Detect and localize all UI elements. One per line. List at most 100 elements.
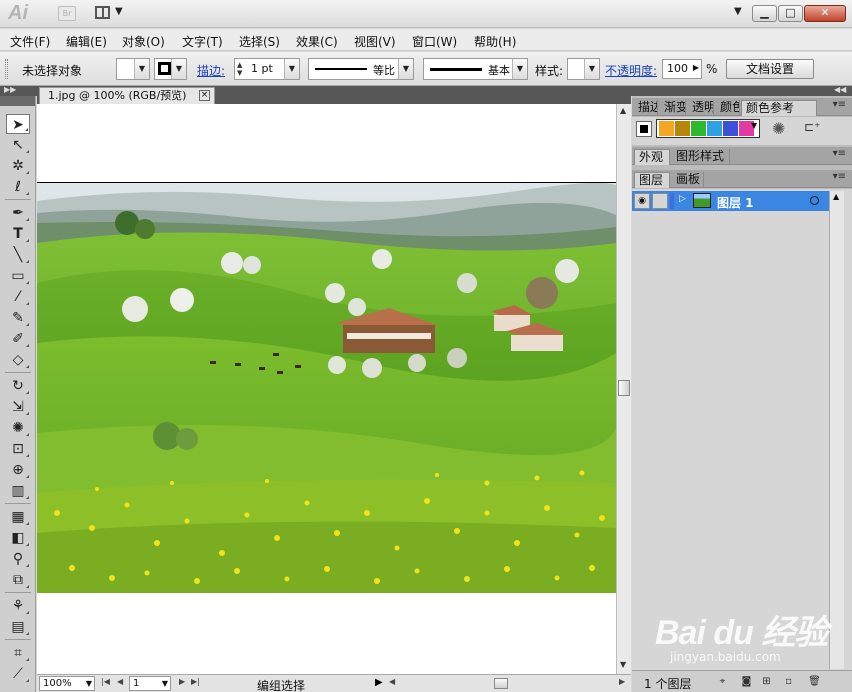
target-circle-icon[interactable] [810,196,819,205]
eraser-tool-icon[interactable]: ◇ [6,350,30,370]
menu-window[interactable]: 窗口(W) [412,33,457,50]
stroke-color-picker[interactable]: ▼ [154,58,187,80]
opacity-link[interactable]: 不透明度: [605,62,657,79]
mesh-tool-icon[interactable]: ▦ [6,507,30,527]
menu-view[interactable]: 视图(V) [354,33,396,50]
first-artboard-icon[interactable]: |◀ [101,677,110,686]
selection-tool-icon[interactable]: ➤ [6,114,30,134]
toolbox-header[interactable] [0,96,35,106]
new-sublayer-icon[interactable]: ⊞ [760,675,773,688]
tab-color-guide[interactable]: 颜色参考 [741,100,817,116]
scale-tool-icon[interactable]: ⇲ [6,397,30,417]
artboard-tool-icon[interactable]: ⌗ [6,643,30,663]
control-bar-grip[interactable] [5,59,8,79]
last-artboard-icon[interactable]: ▶| [191,677,200,686]
guide-swatch[interactable] [723,121,738,136]
pencil-tool-icon[interactable]: ✎ [6,308,30,328]
menu-file[interactable]: 文件(F) [10,33,50,50]
guide-swatch[interactable] [691,121,706,136]
panel-menu-icon[interactable]: ▾≡ [833,148,846,159]
placed-landscape-image[interactable] [37,183,616,593]
harmony-colors-bar[interactable] [656,119,760,138]
guide-swatch[interactable] [659,121,674,136]
rotate-tool-icon[interactable]: ↻ [6,376,30,396]
chevron-down-icon[interactable]: ▼ [751,121,757,130]
horizontal-scroll-thumb[interactable] [494,678,508,689]
column-graph-tool-icon[interactable]: ▥ [6,481,30,501]
status-menu-icon[interactable]: ▶ [375,677,383,688]
fill-color-picker[interactable]: ▼ [116,58,150,80]
menu-select[interactable]: 选择(S) [239,33,280,50]
opacity-field[interactable]: 100 ▶ [662,59,702,79]
new-layer-icon[interactable]: ▫ [782,675,795,688]
lock-toggle[interactable] [652,193,668,209]
menu-effect[interactable]: 效果(C) [296,33,338,50]
artboard-number-field[interactable]: 1 ▼ [129,676,171,691]
previous-artboard-icon[interactable]: ◀ [117,677,123,686]
vertical-scroll-thumb[interactable] [618,380,630,396]
type-tool-icon[interactable]: T [6,224,30,244]
layer-row[interactable]: ◉ ▷ 图层 1 [632,191,829,211]
close-icon[interactable]: × [199,90,210,101]
variable-width-profile[interactable]: 等比 ▼ [308,58,414,80]
blend-tool-icon[interactable]: ⧉ [6,570,30,590]
blob-brush-tool-icon[interactable]: ✐ [6,329,30,349]
menu-object[interactable]: 对象(O) [122,33,165,50]
tab-transparency[interactable]: 透明 [688,100,714,116]
save-color-group-icon[interactable]: ⊏⁺ [804,120,820,134]
document-tab[interactable]: 1.jpg @ 100% (RGB/预览) × [39,87,215,104]
layers-scrollbar[interactable]: ▲ [829,191,844,669]
guide-swatch[interactable] [675,121,690,136]
panel-menu-icon[interactable]: ▾≡ [833,99,846,110]
rectangle-tool-icon[interactable]: ▭ [6,266,30,286]
workspace-switcher[interactable]: ▼ [734,6,742,17]
stroke-weight-field[interactable]: ▲ ▼ 1 pt ▼ [234,58,300,80]
stepper-icon[interactable]: ▲ ▼ [237,61,242,77]
stroke-link[interactable]: 描边: [197,62,225,79]
locate-object-icon[interactable]: ⌖ [716,675,729,688]
tab-appearance[interactable]: 外观 [634,149,670,165]
menu-type[interactable]: 文字(T) [182,33,223,50]
arrange-documents-button[interactable]: ▼ [95,5,127,22]
warp-tool-icon[interactable]: ✺ [6,418,30,438]
status-mode[interactable]: 编组选择 [257,677,305,692]
free-transform-tool-icon[interactable]: ⊡ [6,439,30,459]
tab-stroke[interactable]: 描边 [634,100,658,116]
next-artboard-icon[interactable]: ▶ [179,677,185,686]
graph-tool-icon[interactable]: ▤ [6,617,30,637]
scroll-down-icon[interactable]: ▼ [620,660,626,669]
maximize-button[interactable]: □ [778,5,803,22]
tab-graphic-styles[interactable]: 图形样式 [672,149,730,165]
tab-color[interactable]: 颜色 [716,100,740,116]
zoom-field[interactable]: 100% ▼ [39,676,95,691]
gradient-tool-icon[interactable]: ◧ [6,528,30,548]
direct-selection-tool-icon[interactable]: ↖ [6,135,30,155]
menu-edit[interactable]: 编辑(E) [66,33,107,50]
graphic-style-picker[interactable]: ▼ [567,58,600,80]
clipping-mask-icon[interactable]: ◙ [740,675,753,688]
scroll-up-icon[interactable]: ▲ [833,192,839,201]
close-button[interactable]: ✕ [804,5,846,22]
eyedropper-tool-icon[interactable]: ⚲ [6,549,30,569]
vertical-scrollbar[interactable]: ▲ ▼ [616,104,631,674]
guide-swatch[interactable] [707,121,722,136]
line-tool-icon[interactable]: ╲ [6,245,30,265]
eye-icon[interactable]: ◉ [634,193,650,209]
slice-tool-icon[interactable]: ⟋ [6,664,30,684]
artboard-canvas[interactable] [37,104,616,674]
collapse-panels-icon[interactable]: ◀◀ [834,85,846,94]
symbol-sprayer-tool-icon[interactable]: ⚘ [6,596,30,616]
document-setup-button[interactable]: 文档设置 [726,59,814,79]
layer-name[interactable]: 图层 1 [717,194,754,211]
color-group-icon[interactable]: ✺ [772,119,785,138]
pen-tool-icon[interactable]: ✒ [6,203,30,223]
tab-artboards[interactable]: 画板 [672,172,704,188]
expand-toolbox-icon[interactable]: ▶▶ [4,85,16,94]
expand-arrow-icon[interactable]: ▷ [679,194,686,204]
bridge-button[interactable]: Br [58,6,76,21]
tab-gradient[interactable]: 渐变 [660,100,686,116]
minimize-button[interactable]: ▁ [752,5,777,22]
scroll-left-icon[interactable]: ◀ [389,677,395,686]
magic-wand-tool-icon[interactable]: ✲ [6,156,30,176]
shape-builder-tool-icon[interactable]: ⊕ [6,460,30,480]
